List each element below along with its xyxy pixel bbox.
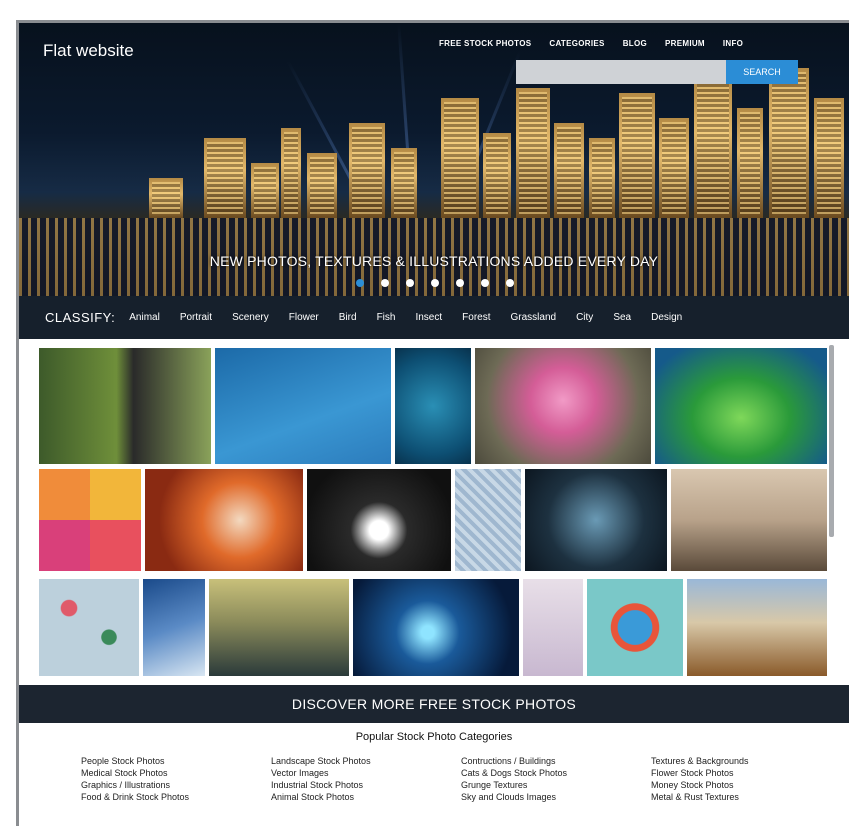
photo-tile-mountains[interactable]	[209, 579, 349, 676]
category-link[interactable]: Textures & Backgrounds	[651, 755, 841, 767]
category-scenery[interactable]: Scenery	[232, 312, 269, 323]
slider-dot[interactable]	[506, 279, 514, 287]
photo-tile-laptop[interactable]	[307, 469, 451, 571]
photo-tile-misty-forest[interactable]	[671, 469, 827, 571]
category-link[interactable]: Contructions / Buildings	[461, 755, 651, 767]
building	[589, 138, 615, 218]
category-forest[interactable]: Forest	[462, 312, 490, 323]
slider-dots	[356, 279, 514, 287]
photo-tile-bokeh[interactable]	[525, 469, 667, 571]
slider-dot[interactable]	[381, 279, 389, 287]
classify-label: CLASSIFY:	[45, 310, 116, 325]
category-link[interactable]: Sky and Clouds Images	[461, 791, 651, 803]
building	[769, 68, 809, 218]
building	[516, 88, 550, 218]
category-sea[interactable]: Sea	[613, 312, 631, 323]
category-link[interactable]: Industrial Stock Photos	[271, 779, 461, 791]
building	[149, 178, 183, 218]
category-link[interactable]: Flower Stock Photos	[651, 767, 841, 779]
photo-tile-neurons[interactable]	[353, 579, 519, 676]
photo-tile-portrait[interactable]	[39, 348, 211, 464]
category-animal[interactable]: Animal	[129, 312, 160, 323]
hero-tagline: NEW PHOTOS, TEXTURES & ILLUSTRATIONS ADD…	[209, 253, 659, 269]
category-link[interactable]: Vector Images	[271, 767, 461, 779]
gallery-scrollbar[interactable]	[829, 345, 834, 537]
category-link[interactable]: Medical Stock Photos	[81, 767, 271, 779]
popular-categories-list: People Stock Photos Medical Stock Photos…	[81, 755, 841, 803]
building	[619, 93, 655, 218]
photo-tile-autumn-road[interactable]	[687, 579, 827, 676]
photo-tile-autumn-leaves[interactable]	[145, 469, 303, 571]
photo-tile-abstract-green[interactable]	[655, 348, 827, 464]
site-logo[interactable]: Flat website	[43, 41, 134, 61]
category-insect[interactable]: Insect	[415, 312, 442, 323]
category-link[interactable]: Landscape Stock Photos	[271, 755, 461, 767]
nav-premium[interactable]: PREMIUM	[665, 39, 705, 48]
category-design[interactable]: Design	[651, 312, 682, 323]
building	[441, 98, 479, 218]
category-link[interactable]: Cats & Dogs Stock Photos	[461, 767, 651, 779]
category-link[interactable]: Money Stock Photos	[651, 779, 841, 791]
photo-tile-sky[interactable]	[215, 348, 391, 464]
building	[737, 108, 763, 218]
photo-tile-texture[interactable]	[455, 469, 521, 571]
category-link[interactable]: People Stock Photos	[81, 755, 271, 767]
nav-free-stock-photos[interactable]: FREE STOCK PHOTOS	[439, 39, 531, 48]
category-column: Textures & Backgrounds Flower Stock Phot…	[651, 755, 841, 803]
building	[554, 123, 584, 218]
photo-tile-geometric[interactable]	[39, 469, 141, 571]
discover-more-button[interactable]: DISCOVER MORE FREE STOCK PHOTOS	[19, 685, 849, 723]
category-column: People Stock Photos Medical Stock Photos…	[81, 755, 271, 803]
category-portrait[interactable]: Portrait	[180, 312, 212, 323]
classify-bar: CLASSIFY: Animal Portrait Scenery Flower…	[19, 296, 849, 339]
building	[204, 138, 246, 218]
category-link[interactable]: Metal & Rust Textures	[651, 791, 841, 803]
search-button[interactable]: SEARCH	[726, 60, 798, 84]
slider-dot[interactable]	[356, 279, 364, 287]
photo-tile-blossom[interactable]	[475, 348, 651, 464]
slider-dot[interactable]	[456, 279, 464, 287]
category-link[interactable]: Grunge Textures	[461, 779, 651, 791]
building	[391, 148, 417, 218]
slider-dot[interactable]	[406, 279, 414, 287]
building	[307, 153, 337, 218]
category-column: Contructions / Buildings Cats & Dogs Sto…	[461, 755, 651, 803]
photo-tile-globe[interactable]	[587, 579, 683, 676]
building	[483, 133, 511, 218]
category-link[interactable]: Animal Stock Photos	[271, 791, 461, 803]
building	[349, 123, 385, 218]
nav-info[interactable]: INFO	[723, 39, 743, 48]
photo-tile-airplane[interactable]	[143, 579, 205, 676]
photo-tile-pastel[interactable]	[523, 579, 583, 676]
building	[281, 128, 301, 218]
category-link[interactable]: Food & Drink Stock Photos	[81, 791, 271, 803]
building	[251, 163, 279, 218]
top-nav: FREE STOCK PHOTOS CATEGORIES BLOG PREMIU…	[439, 39, 761, 48]
hero-banner: Flat website FREE STOCK PHOTOS CATEGORIE…	[19, 23, 849, 296]
building	[694, 78, 732, 218]
nav-blog[interactable]: BLOG	[623, 39, 647, 48]
building	[814, 98, 844, 218]
browser-frame: Flat website FREE STOCK PHOTOS CATEGORIE…	[16, 20, 849, 826]
search-input[interactable]	[516, 60, 726, 84]
popular-categories-title: Popular Stock Photo Categories	[355, 731, 513, 743]
photo-tile-illustrations[interactable]	[39, 579, 139, 676]
category-bird[interactable]: Bird	[339, 312, 357, 323]
category-link[interactable]: Graphics / Illustrations	[81, 779, 271, 791]
building	[659, 118, 689, 218]
category-fish[interactable]: Fish	[377, 312, 396, 323]
slider-dot[interactable]	[431, 279, 439, 287]
category-city[interactable]: City	[576, 312, 593, 323]
category-grassland[interactable]: Grassland	[511, 312, 557, 323]
photo-tile-water[interactable]	[395, 348, 471, 464]
category-flower[interactable]: Flower	[289, 312, 319, 323]
nav-categories[interactable]: CATEGORIES	[549, 39, 604, 48]
photo-gallery	[19, 339, 849, 685]
slider-dot[interactable]	[481, 279, 489, 287]
category-column: Landscape Stock Photos Vector Images Ind…	[271, 755, 461, 803]
